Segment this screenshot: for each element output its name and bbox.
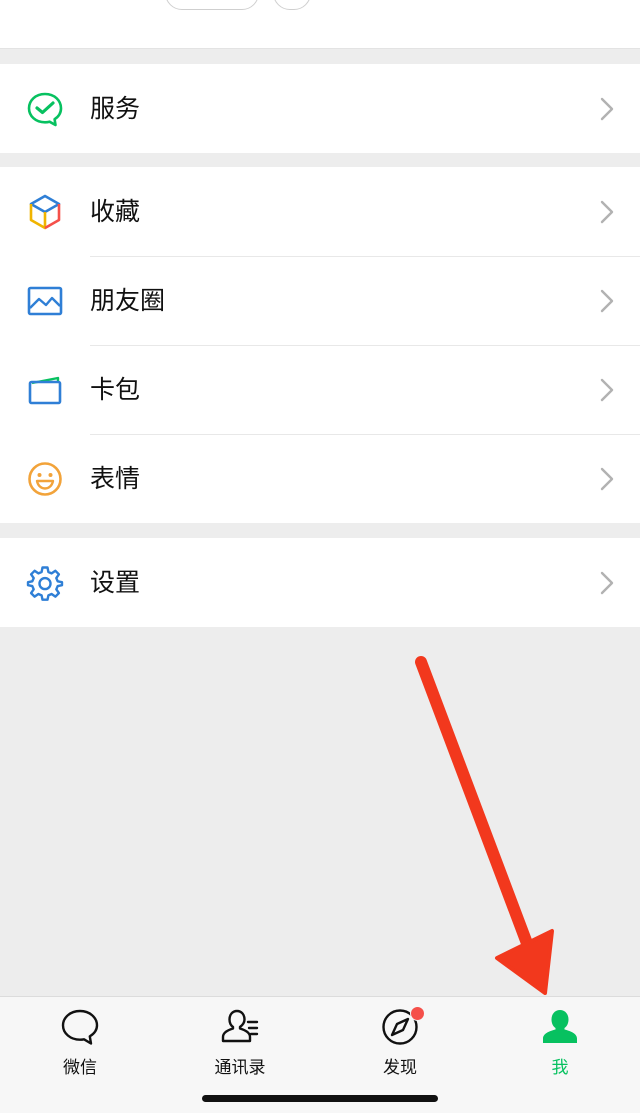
menu-item-card-wallet[interactable]: 卡包 [0, 345, 640, 434]
tab-contacts[interactable]: 通讯录 [180, 1007, 300, 1078]
sticker-smile-icon [26, 460, 64, 498]
tab-label: 微信 [63, 1058, 97, 1078]
contacts-icon [220, 1007, 260, 1047]
settings-gear-icon [26, 564, 64, 602]
menu-item-stickers[interactable]: 表情 [0, 434, 640, 523]
pay-service-icon [26, 90, 64, 128]
discover-compass-icon [380, 1006, 425, 1047]
menu-item-label: 服务 [90, 94, 141, 123]
chevron-right-icon [600, 378, 614, 402]
tab-chats[interactable]: 微信 [20, 1007, 140, 1078]
moments-image-icon [26, 282, 64, 320]
menu-group-service: 服务 [0, 64, 640, 153]
menu-item-moments[interactable]: 朋友圈 [0, 256, 640, 345]
me-person-icon [540, 1007, 580, 1047]
tab-discover[interactable]: 发现 [340, 1006, 460, 1078]
card-wallet-icon [26, 371, 64, 409]
menu-item-label: 收藏 [90, 197, 141, 226]
menu-item-label: 设置 [90, 568, 141, 597]
tab-label: 发现 [383, 1058, 417, 1078]
favorites-cube-icon [26, 193, 64, 231]
add-status-button[interactable] [273, 0, 311, 10]
chevron-right-icon [600, 467, 614, 491]
chevron-right-icon [600, 571, 614, 595]
menu-item-label: 表情 [90, 464, 141, 493]
profile-card [0, 0, 640, 49]
menu-group-main: 收藏 朋友圈 卡包 表情 [0, 167, 640, 523]
menu-item-settings[interactable]: 设置 [0, 538, 640, 627]
chevron-right-icon [600, 200, 614, 224]
status-chip[interactable] [165, 0, 259, 10]
menu-item-favorites[interactable]: 收藏 [0, 167, 640, 256]
home-indicator[interactable] [202, 1095, 438, 1102]
menu-item-service[interactable]: 服务 [0, 64, 640, 153]
tab-label: 通讯录 [214, 1058, 266, 1078]
tab-me[interactable]: 我 [500, 1007, 620, 1078]
notification-dot [410, 1006, 425, 1021]
menu-item-label: 卡包 [90, 375, 141, 404]
menu-group-settings: 设置 [0, 538, 640, 627]
chevron-right-icon [600, 97, 614, 121]
menu-item-label: 朋友圈 [90, 286, 166, 315]
chevron-right-icon [600, 289, 614, 313]
chat-bubble-icon [60, 1007, 100, 1047]
tab-label: 我 [551, 1058, 569, 1078]
